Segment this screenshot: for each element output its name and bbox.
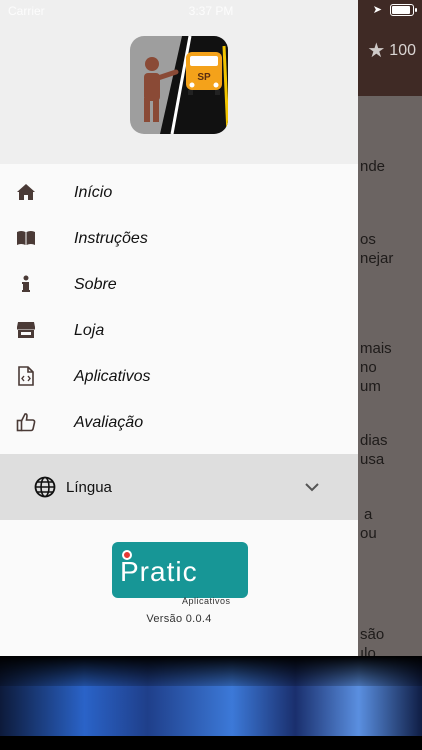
location-icon: ➤	[372, 4, 382, 16]
bg-text-fragment: nde	[360, 158, 386, 175]
menu-item-label: Sobre	[74, 276, 117, 293]
home-icon	[16, 182, 36, 202]
menu-item-aplicativos[interactable]: Aplicativos	[0, 354, 358, 400]
pratic-subtitle: Aplicativos	[182, 596, 231, 606]
menu-item-label: Início	[74, 184, 113, 201]
bg-text-fragment: nejar	[360, 250, 394, 267]
bg-text-fragment: mais	[360, 340, 392, 357]
menu-item-label: Loja	[74, 322, 105, 339]
version-label: Versão 0.0.4	[146, 613, 212, 625]
store-icon	[16, 320, 36, 340]
menu-item-loja[interactable]: Loja	[0, 308, 358, 354]
drawer-footer: Pratic Aplicativos Versão 0.0.4	[0, 520, 358, 656]
language-selector[interactable]: Língua	[0, 454, 358, 520]
bg-text-fragment: ou	[360, 525, 377, 542]
language-label: Língua	[66, 479, 112, 496]
bg-text-fragment: no	[360, 359, 377, 376]
navigation-drawer: SP Início Instruções Sobre Loja Aplicati…	[0, 0, 358, 656]
app-logo: SP	[130, 36, 228, 134]
menu-item-sobre[interactable]: Sobre	[0, 262, 358, 308]
thumbs-up-icon	[16, 412, 36, 432]
status-right: ➤	[372, 3, 417, 16]
bg-text-fragment: os	[360, 231, 376, 248]
star-icon: ★	[367, 40, 386, 62]
menu-item-label: Instruções	[74, 230, 148, 247]
bg-text-fragment: dias	[360, 432, 388, 449]
menu-item-label: Avaliação	[74, 414, 144, 431]
battery-icon	[390, 3, 417, 16]
menu-item-instrucoes[interactable]: Instruções	[0, 216, 358, 262]
status-bar: Carrier 3:37 PM ➤	[0, 0, 422, 22]
book-icon	[16, 228, 36, 248]
menu-item-label: Aplicativos	[74, 368, 151, 385]
drawer-header: SP	[0, 0, 358, 164]
clock: 3:37 PM	[188, 4, 234, 18]
bg-text-fragment: a	[364, 506, 373, 523]
menu-item-inicio[interactable]: Início	[0, 170, 358, 216]
drawer-menu: Início Instruções Sobre Loja Aplicativos	[0, 170, 358, 446]
bg-text-fragment: um	[360, 378, 381, 395]
globe-icon	[34, 476, 56, 498]
menu-item-avaliacao[interactable]: Avaliação	[0, 400, 358, 446]
pratic-logo[interactable]: Pratic	[112, 542, 248, 598]
bg-text-fragment: usa	[360, 451, 385, 468]
info-icon	[16, 274, 36, 294]
chevron-down-icon[interactable]	[304, 480, 320, 494]
logo-bus-text: SP	[197, 72, 211, 83]
pratic-brand: Pratic	[120, 556, 198, 587]
code-file-icon	[16, 366, 36, 386]
rating-badge[interactable]: ★ 100	[367, 38, 416, 63]
bg-text-fragment: são	[360, 626, 385, 643]
background-blurred-image	[0, 656, 422, 750]
rating-value: 100	[389, 41, 416, 59]
